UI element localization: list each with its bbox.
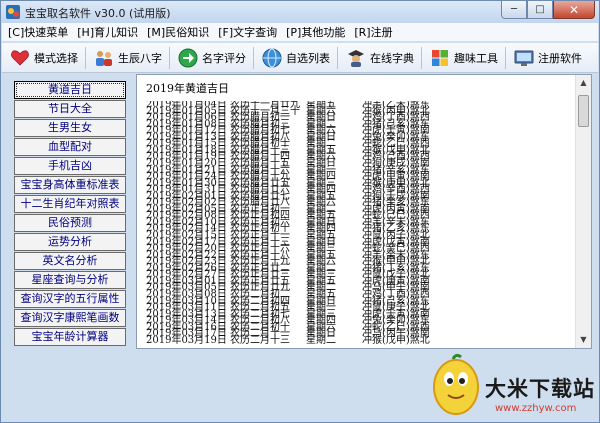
close-button[interactable]: ✕ [553, 1, 595, 19]
nav-fortune[interactable]: 运势分析 [14, 233, 126, 251]
toolbar-separator [421, 46, 422, 69]
toolbar-separator [337, 46, 338, 69]
menu-bar: [C]快速菜单 [H]育儿知识 [M]民俗知识 [F]文字查询 [P]其他功能 … [2, 23, 598, 42]
nav-blood-type[interactable]: 血型配对 [14, 138, 126, 156]
people-icon [96, 50, 112, 66]
nav-english-name[interactable]: 英文名分析 [14, 252, 126, 270]
scholar-icon [348, 49, 364, 67]
nav-zodiac-table[interactable]: 十二生肖纪年对照表 [14, 195, 126, 213]
nav-folk-prediction[interactable]: 民俗预测 [14, 214, 126, 232]
row-clash: 冲猴(戊申)煞北 [362, 334, 430, 346]
row-weekday: 星期二 [306, 334, 336, 346]
nav-festivals[interactable]: 节日大全 [14, 100, 126, 118]
menu-quick[interactable]: [C]快速菜单 [8, 24, 68, 40]
custom-list-button[interactable]: 自选列表 [258, 45, 334, 71]
fun-tools-label: 趣味工具 [454, 51, 498, 65]
vertical-scrollbar[interactable]: ▲ ▼ [575, 75, 591, 348]
birth-bazi-button[interactable]: 生辰八字 [90, 45, 166, 71]
app-icon [6, 5, 20, 19]
menu-text-query[interactable]: [F]文字查询 [218, 24, 277, 40]
window-title: 宝宝取名软件 v30.0 (试用版) [25, 7, 171, 20]
fun-tools-button[interactable]: 趣味工具 [426, 45, 502, 71]
nav-five-elements[interactable]: 查询汉字的五行属性 [14, 290, 126, 308]
online-dictionary-label: 在线字典 [370, 51, 414, 65]
nav-constellation[interactable]: 星座查询与分析 [14, 271, 126, 289]
toolbar: 模式选择 生辰八字 名字评分 自选列表 在线字典 趣味工具 注册软件 [2, 43, 598, 73]
scroll-up-arrow-icon[interactable]: ▲ [576, 75, 591, 91]
list-header: 2019年黄道吉日 [146, 82, 229, 95]
name-score-button[interactable]: 名字评分 [174, 45, 250, 71]
title-bar[interactable]: 宝宝取名软件 v30.0 (试用版) ─ □ ✕ [1, 1, 599, 23]
menu-parenting[interactable]: [H]育儿知识 [77, 24, 138, 40]
arrow-icon [178, 48, 198, 67]
globe-icon [262, 48, 282, 67]
menu-other[interactable]: [P]其他功能 [286, 24, 345, 40]
nav-phone-luck[interactable]: 手机吉凶 [14, 157, 126, 175]
custom-list-label: 自选列表 [286, 51, 330, 65]
name-score-label: 名字评分 [202, 51, 246, 65]
online-dictionary-button[interactable]: 在线字典 [342, 45, 418, 71]
watermark-url: www.zzhyw.com [495, 403, 577, 414]
nav-age-calculator[interactable]: 宝宝年龄计算器 [14, 328, 126, 346]
birth-bazi-label: 生辰八字 [118, 51, 162, 65]
nav-height-weight[interactable]: 宝宝身高体重标准表 [14, 176, 126, 194]
watermark-logo-icon [433, 353, 479, 415]
toolbar-separator [505, 46, 506, 69]
row-date: 2019年03月19日 [146, 334, 227, 346]
feature-nav: 黄道吉日 节日大全 生男生女 血型配对 手机吉凶 宝宝身高体重标准表 十二生肖纪… [2, 74, 132, 422]
nav-kangxi-strokes[interactable]: 查询汉字康熙笔画数 [14, 309, 126, 327]
menu-register[interactable]: [R]注册 [354, 24, 392, 40]
lucky-days-list: 2019年01月04日 农历十一月廿九 星期五 冲羊(乙未)煞东 2019年01月05日… [146, 101, 576, 346]
toolbar-separator [85, 46, 86, 69]
mode-select-button[interactable]: 模式选择 [6, 45, 82, 71]
heart-icon [11, 49, 29, 66]
mode-select-label: 模式选择 [34, 51, 78, 65]
scroll-thumb[interactable] [578, 95, 589, 127]
maximize-button[interactable]: □ [527, 1, 553, 19]
scroll-down-arrow-icon[interactable]: ▼ [576, 332, 591, 348]
nav-lucky-days[interactable]: 黄道吉日 [14, 81, 126, 99]
toolbar-separator [253, 46, 254, 69]
nav-baby-gender[interactable]: 生男生女 [14, 119, 126, 137]
monitor-icon [514, 50, 534, 66]
register-software-label: 注册软件 [538, 51, 582, 65]
register-software-button[interactable]: 注册软件 [510, 45, 586, 71]
menu-folk[interactable]: [M]民俗知识 [147, 24, 209, 40]
results-panel[interactable]: 2019年黄道吉日 2019年01月04日 农历十一月廿九 星期五 冲羊(乙未)煞东 2… [136, 74, 592, 349]
app-window: 宝宝取名软件 v30.0 (试用版) ─ □ ✕ [C]快速菜单 [H]育儿知识… [0, 0, 600, 423]
toolbar-separator [169, 46, 170, 69]
row-lunar-date: 农历二月十三 [230, 334, 290, 346]
windows-icon [432, 49, 448, 66]
window-controls: ─ □ ✕ [501, 1, 595, 19]
watermark-name: 大米下载站 [485, 377, 595, 401]
minimize-button[interactable]: ─ [501, 1, 527, 19]
